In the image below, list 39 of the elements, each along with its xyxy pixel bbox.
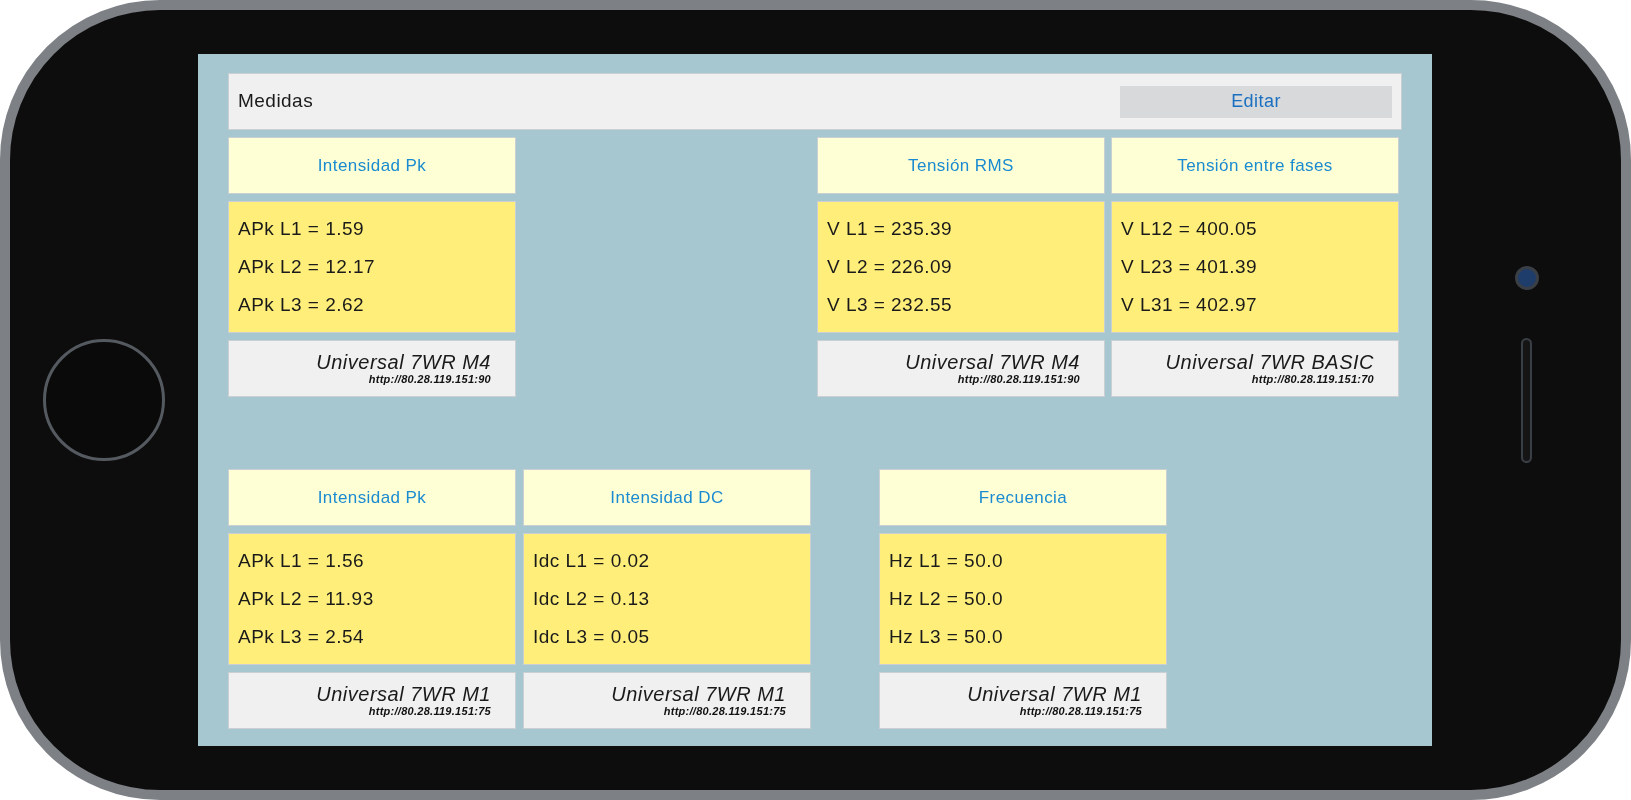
card-title: Frecuencia: [879, 469, 1167, 526]
reading-text: V L3 = 232.55: [827, 293, 954, 317]
card-title: Intensidad DC: [523, 469, 811, 526]
reading-text: Hz L3 = 50.0: [889, 625, 1004, 649]
device-name: Universal 7WR M1: [316, 683, 491, 705]
reading-text: Idc L3 = 0.05: [533, 625, 651, 649]
reading-text: APk L3 = 2.62: [238, 293, 366, 317]
reading-text: APk L1 = 1.59: [238, 217, 366, 241]
reading-text: V L12 = 400.05: [1121, 217, 1259, 241]
card-title: Intensidad Pk: [228, 469, 516, 526]
device-url: http://80.28.119.151:70: [1251, 373, 1374, 386]
device-name: Universal 7WR BASIC: [1165, 351, 1374, 373]
reading-text: V L2 = 226.09: [827, 255, 954, 279]
card-title: Intensidad Pk: [228, 137, 516, 194]
reading-text: APk L2 = 12.17: [238, 255, 377, 279]
device-name: Universal 7WR M4: [905, 351, 1080, 373]
reading-text: Hz L2 = 50.0: [889, 587, 1004, 611]
device-name: Universal 7WR M4: [316, 351, 491, 373]
device-name: Universal 7WR M1: [967, 683, 1142, 705]
card-title: Tensión RMS: [817, 137, 1105, 194]
reading-text: V L23 = 401.39: [1121, 255, 1259, 279]
reading-text: Idc L1 = 0.02: [533, 549, 651, 573]
device-url: http://80.28.119.151:75: [663, 705, 786, 718]
reading-text: V L31 = 402.97: [1121, 293, 1259, 317]
reading-text: APk L3 = 2.54: [238, 625, 366, 649]
edit-button[interactable]: Editar: [1120, 85, 1392, 118]
reading-text: V L1 = 235.39: [827, 217, 954, 241]
camera-icon: [1514, 265, 1539, 290]
reading-text: Hz L1 = 50.0: [889, 549, 1004, 573]
device-url: http://80.28.119.151:75: [368, 705, 491, 718]
device-url: http://80.28.119.151:90: [957, 373, 1080, 386]
device-url: http://80.28.119.151:75: [1019, 705, 1142, 718]
device-name: Universal 7WR M1: [611, 683, 786, 705]
page-title: Medidas: [238, 89, 314, 114]
card-title: Tensión entre fases: [1111, 137, 1399, 194]
reading-text: APk L2 = 11.93: [238, 587, 375, 611]
reading-text: Idc L2 = 0.13: [533, 587, 651, 611]
reading-text: APk L1 = 1.56: [238, 549, 366, 573]
device-url: http://80.28.119.151:90: [368, 373, 491, 386]
